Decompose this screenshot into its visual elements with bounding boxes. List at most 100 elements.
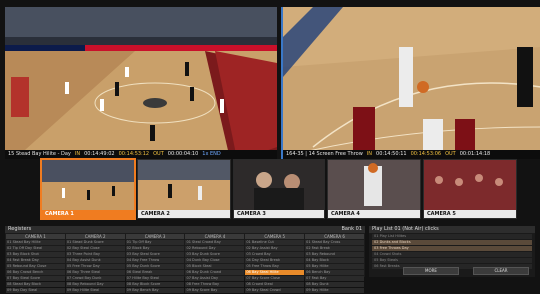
camera-4-label: CAMERA 4	[328, 210, 420, 218]
viewer-left-clip-name: 15 Stead Bay Hilite - Day	[8, 151, 71, 157]
camera-1-thumbnail[interactable]: CAMERA 1	[40, 158, 136, 220]
register-cell[interactable]: 01 Steal Crowd Bay	[185, 240, 245, 245]
viewer-right-out-label: OUT	[445, 151, 456, 157]
register-cell[interactable]: 09 Bay Day Steal	[6, 288, 65, 293]
register-cell[interactable]: 01 Baseline Cut	[245, 240, 305, 245]
register-cell[interactable]: 09 Bay Hilite	[305, 288, 364, 293]
register-cell[interactable]: 08 Bay Rebound Day	[65, 282, 125, 287]
register-cell[interactable]: 04 Day Steal Break	[245, 258, 305, 263]
register-cell[interactable]: 05 Bay Hilite	[305, 264, 364, 269]
register-cell[interactable]: 01 Stead Dunk Score	[65, 240, 125, 245]
camera-3-preview-icon	[234, 160, 324, 210]
viewer-left-duration: 00:00:04:10	[167, 151, 199, 157]
register-cell[interactable]: 08 Stead Bay Block	[6, 282, 65, 287]
viewer-left-end-label: 1x END	[202, 151, 221, 157]
register-cell[interactable]: 06 Bay Crowd Bench	[6, 270, 65, 275]
register-cell[interactable]: 04 Fast Break Day	[6, 258, 65, 263]
register-column-header[interactable]: CAMERA 6	[305, 234, 364, 239]
camera-4-thumbnail[interactable]: CAMERA 4	[327, 159, 421, 219]
camera-2-preview-icon	[138, 160, 230, 210]
register-cell[interactable]: 05 Free Throw Day	[65, 264, 125, 269]
register-cell[interactable]: 01 Stead Bay Cross	[305, 240, 364, 245]
register-cell[interactable]: 04 Bay Assist Dunk	[65, 258, 125, 263]
playlist-title: Play List 01 (Not Air) clicks	[372, 226, 439, 232]
register-cell[interactable]: 04 Dunk Bay Close	[185, 258, 245, 263]
register-cell[interactable]: 06 Bay Dunk Crowd	[185, 270, 245, 275]
register-cell[interactable]: 02 Block Bay	[125, 246, 185, 251]
register-cell[interactable]: 02 Tip Off Day Steal	[6, 246, 65, 251]
playlist-more-button[interactable]: MORE	[403, 267, 459, 275]
register-column: CAMERA 5 01 Baseline Cut 02 Bay Assist Bay…	[245, 234, 305, 293]
playlist-row[interactable]: 05 Bay Steals	[372, 258, 532, 263]
register-cell[interactable]: 09 Bay Hilite Steal	[65, 288, 125, 293]
register-column: CAMERA 3 01 Tip Off Bay 02 Block Bay 03 Bay…	[125, 234, 185, 293]
camera-2-thumbnail[interactable]: CAMERA 2	[137, 159, 231, 219]
register-cell[interactable]: 08 Crowd Steal	[245, 282, 305, 287]
register-cell[interactable]: 05 Rebound Bay Close	[6, 264, 65, 269]
register-column-header[interactable]: CAMERA 3	[125, 234, 185, 239]
registers-grid: CAMERA 1 01 Stead Bay Hilite 02 Tip Off Da…	[5, 233, 365, 294]
register-column: CAMERA 1 01 Stead Bay Hilite 02 Tip Off Da…	[6, 234, 65, 293]
register-column: CAMERA 4 01 Steal Crowd Bay 02 Rebound Day…	[185, 234, 245, 293]
playlist-header: Play List 01 (Not Air) clicks	[369, 226, 535, 233]
register-cell[interactable]: 03 Three Point Bay	[65, 252, 125, 257]
playlist-list: 01 Play List Hilites 02 Dunks and Blocks 0…	[369, 234, 535, 269]
playlist-clear-button[interactable]: CLEAR	[473, 267, 529, 275]
register-cell[interactable]: 03 Bay Steal Score	[125, 252, 185, 257]
register-cell[interactable]: 06 Bay Steal Hilite	[245, 270, 305, 275]
register-cell[interactable]: 09 Bay Bench Bay	[125, 288, 185, 293]
register-cell[interactable]: 05 Block Steal	[185, 264, 245, 269]
camera-5-label: CAMERA 5	[424, 210, 516, 218]
register-cell[interactable]: 02 Bay Assist Bay	[245, 246, 305, 251]
register-cell[interactable]: 03 Bay Rebound	[305, 252, 364, 257]
register-cell[interactable]: 09 Bay Score Bay	[185, 288, 245, 293]
viewer-right-timecode-bar: 164-35 | 14 Screen Free Throw IN 00:14:5…	[283, 150, 540, 159]
register-cell[interactable]: 09 Bay Steal Crowd	[245, 288, 305, 293]
register-column-header[interactable]: CAMERA 4	[185, 234, 245, 239]
viewer-left-mid-time: 00:14:53:12	[118, 151, 150, 157]
register-cell[interactable]: 08 Bay Block Score	[125, 282, 185, 287]
register-cell[interactable]: 03 Crowd Bay	[245, 252, 305, 257]
register-cell[interactable]: 08 Bay Dunk	[305, 282, 364, 287]
register-cell[interactable]: 06 Steal Break	[125, 270, 185, 275]
register-cell[interactable]: 03 Bay Dunk Score	[185, 252, 245, 257]
court-camera-image	[5, 7, 277, 159]
viewer-left[interactable]: 15 Stead Bay Hilite - Day IN 00:14:49:02…	[5, 7, 277, 159]
camera-2-label: CAMERA 2	[138, 210, 230, 218]
register-cell[interactable]: 01 Stead Bay Hilite	[6, 240, 65, 245]
register-column: CAMERA 2 01 Stead Dunk Score 02 Bay Steal …	[65, 234, 125, 293]
viewer-left-out-label: OUT	[153, 151, 164, 157]
playlist-row[interactable]: 01 Play List Hilites	[372, 234, 532, 239]
camera-3-label: CAMERA 3	[234, 210, 324, 218]
camera-5-thumbnail[interactable]: CAMERA 5	[423, 159, 517, 219]
viewer-right[interactable]: 164-35 | 14 Screen Free Throw IN 00:14:5…	[281, 7, 540, 159]
register-cell[interactable]: 04 Bay Block	[305, 258, 364, 263]
playlist-row[interactable]: 02 Dunks and Blocks	[372, 240, 532, 245]
registers-title: Registers	[8, 226, 32, 232]
camera-1-label: CAMERA 1	[42, 210, 134, 218]
register-cell[interactable]: 06 Bench Bay	[305, 270, 364, 275]
camera-1-preview-icon	[42, 160, 134, 210]
registers-panel: Registers Bank 01 CAMERA 1 01 Stead Bay H…	[5, 226, 365, 293]
register-cell[interactable]: 02 Fast Break	[305, 246, 364, 251]
register-column-header[interactable]: CAMERA 5	[245, 234, 305, 239]
register-cell[interactable]: 01 Tip Off Bay	[125, 240, 185, 245]
camera-3-thumbnail[interactable]: CAMERA 3	[233, 159, 325, 219]
playlist-row[interactable]: 03 Free Throws Day	[372, 246, 532, 251]
register-cell[interactable]: 05 Free Throw Bay	[245, 264, 305, 269]
register-column-header[interactable]: CAMERA 1	[6, 234, 65, 239]
registers-header: Registers Bank 01	[5, 226, 365, 233]
playlist-row[interactable]: 04 Crowd Shots	[372, 252, 532, 257]
register-cell[interactable]: 08 Free Throw Bay	[185, 282, 245, 287]
register-column-header[interactable]: CAMERA 2	[65, 234, 125, 239]
register-cell[interactable]: 02 Rebound Day	[185, 246, 245, 251]
register-cell[interactable]: 04 Bay Free Throw	[125, 258, 185, 263]
registers-bank[interactable]: Bank 01	[341, 226, 362, 233]
register-cell[interactable]: 03 Bay Block Shot	[6, 252, 65, 257]
register-cell[interactable]: 05 Bay Dunk Score	[125, 264, 185, 269]
register-cell[interactable]: 06 Bay Three Steal	[65, 270, 125, 275]
camera-5-preview-icon	[424, 160, 516, 210]
register-cell[interactable]: 02 Bay Steal Close	[65, 246, 125, 251]
viewer-right-mid-time: 00:14:53:06	[410, 151, 442, 157]
viewer-right-duration: 00:01:14:18	[459, 151, 491, 157]
